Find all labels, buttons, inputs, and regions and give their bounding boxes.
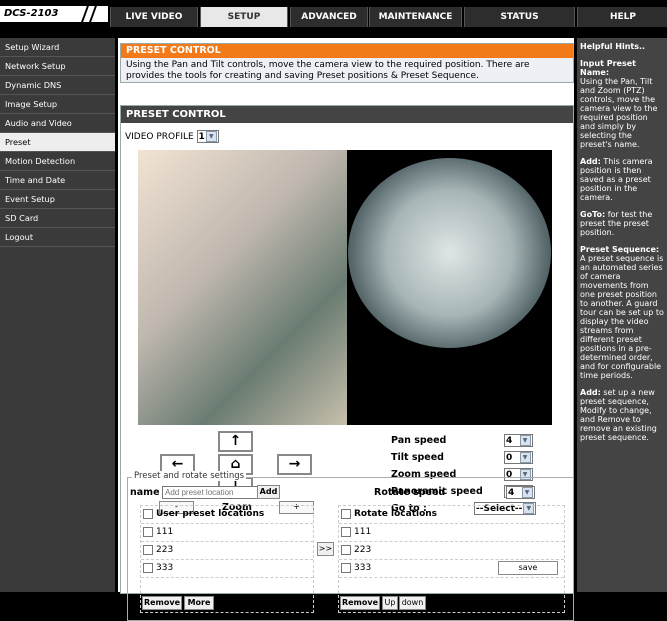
help-paragraph-add: Add: This camera position is then saved … (580, 157, 664, 202)
chevron-down-icon: ▼ (519, 452, 531, 463)
section-title: PRESET CONTROL (121, 44, 573, 58)
rotate-label: 333 (354, 563, 372, 573)
help-paragraph-goto: GoTo: for test the preset the preset pos… (580, 210, 664, 237)
preset-rotate-settings: Preset and rotate settings name : Add Ro… (127, 471, 574, 621)
help-paragraph-add-sequence: Add: set up a new preset sequence, Modif… (580, 388, 664, 442)
camera-view-fisheye (347, 150, 552, 425)
preset-label: 111 (156, 527, 174, 537)
sidebar-item-dynamic-dns[interactable]: Dynamic DNS (0, 76, 115, 95)
select-all-checkbox[interactable] (341, 508, 351, 519)
sidebar-item-logout[interactable]: Logout (0, 228, 115, 247)
list-item: 223 (141, 542, 313, 560)
fisheye-image (348, 158, 551, 348)
sidebar-item-image-setup[interactable]: Image Setup (0, 95, 115, 114)
move-up-button[interactable]: Up (382, 596, 398, 610)
preset-checkbox[interactable] (143, 562, 153, 573)
user-preset-header: User preset locations (141, 506, 313, 524)
model-name: DCS-2103 (4, 8, 59, 19)
transfer-to-rotate-button[interactable]: >> (317, 542, 334, 556)
help-heading: GoTo: (580, 210, 606, 219)
tab-setup[interactable]: SETUP (200, 7, 288, 31)
tab-maintenance[interactable]: MAINTENANCE (369, 7, 462, 31)
tab-help[interactable]: HELP (577, 7, 667, 31)
list-item: 111 (339, 524, 564, 542)
chevron-down-icon: ▼ (205, 131, 217, 142)
preset-checkbox[interactable] (143, 544, 153, 555)
help-paragraph-sequence: Preset Sequence: A preset sequence is an… (580, 245, 664, 380)
save-button[interactable]: save (498, 561, 558, 575)
camera-view-standard (138, 150, 347, 425)
sidebar-item-preset[interactable]: Preset (0, 133, 115, 152)
section-description: Using the Pan and Tilt controls, move th… (126, 60, 530, 81)
sidebar-item-setup-wizard[interactable]: Setup Wizard (0, 38, 115, 57)
tab-live-video[interactable]: LIVE VIDEO (110, 7, 198, 31)
rotate-speed-select[interactable]: 4 ▼ (506, 486, 535, 499)
help-text: A preset sequence is an automated series… (580, 254, 664, 380)
preset-label: 333 (156, 563, 174, 573)
help-heading: Preset Sequence: (580, 245, 660, 254)
video-profile-select[interactable]: 1 ▼ (196, 130, 219, 143)
help-heading: Add: (580, 388, 601, 397)
rotate-speed-label: Rotate speed (374, 487, 446, 498)
help-heading: Input Preset Name: (580, 59, 636, 77)
sidebar-item-event-setup[interactable]: Event Setup (0, 190, 115, 209)
panel-title: PRESET CONTROL (121, 106, 573, 123)
rotate-checkbox[interactable] (341, 562, 351, 573)
pan-speed-select[interactable]: 4 ▼ (504, 434, 533, 447)
pan-right-button[interactable]: → (277, 454, 312, 475)
help-paragraph-preset-name: Input Preset Name: Using the Pan, Tilt an… (580, 59, 664, 149)
remove-preset-button[interactable]: Remove (142, 596, 182, 610)
preset-label: 223 (156, 545, 174, 555)
list-item: 111 (141, 524, 313, 542)
add-preset-button[interactable]: Add (257, 485, 280, 499)
rotate-label: 111 (354, 527, 372, 537)
more-button[interactable]: More (184, 596, 214, 610)
rotate-header: Rotate locations (339, 506, 564, 524)
move-down-button[interactable]: down (399, 596, 426, 610)
remove-rotate-button[interactable]: Remove (340, 596, 380, 610)
tab-status[interactable]: STATUS (464, 7, 575, 31)
rotate-speed-value: 4 (508, 488, 515, 498)
tilt-speed-label: Tilt speed (391, 452, 444, 463)
top-navigation-bar: DCS-2103 LIVE VIDEO SETUP ADVANCED MAINT… (0, 0, 667, 31)
nav-gap (0, 28, 667, 38)
select-all-checkbox[interactable] (143, 508, 153, 519)
sidebar-item-network-setup[interactable]: Network Setup (0, 57, 115, 76)
sidebar-item-sd-card[interactable]: SD Card (0, 209, 115, 228)
video-profile-row: VIDEO PROFILE 1 ▼ (125, 130, 219, 143)
list-item: 223 (339, 542, 564, 560)
help-text: set up a new preset sequence, Modify to … (580, 388, 657, 442)
preset-control-intro-panel: PRESET CONTROL Using the Pan and Tilt co… (120, 43, 574, 83)
main-content: PRESET CONTROL Using the Pan and Tilt co… (118, 38, 574, 621)
help-panel: Helpful Hints.. Input Preset Name: Using … (577, 38, 667, 592)
video-profile-value: 1 (198, 132, 205, 142)
help-title: Helpful Hints.. (580, 42, 646, 51)
tab-advanced[interactable]: ADVANCED (290, 7, 368, 31)
rotate-checkbox[interactable] (341, 544, 351, 555)
list-item: 333 (141, 560, 313, 578)
rotate-header-label: Rotate locations (354, 509, 438, 519)
camera-model-logo: DCS-2103 (0, 0, 108, 28)
sidebar: Setup Wizard Network Setup Dynamic DNS I… (0, 38, 115, 592)
tilt-up-button[interactable]: ↑ (218, 431, 253, 452)
sidebar-item-audio-video[interactable]: Audio and Video (0, 114, 115, 133)
rotate-checkbox[interactable] (341, 526, 351, 537)
preset-name-input[interactable] (162, 486, 258, 499)
tilt-speed-select[interactable]: 0 ▼ (504, 451, 533, 464)
preset-settings-legend: Preset and rotate settings (132, 471, 247, 481)
rotate-label: 223 (354, 545, 372, 555)
preset-control-panel: PRESET CONTROL VIDEO PROFILE 1 ▼ ↑ ← ⌂ → … (120, 105, 574, 621)
pan-speed-value: 4 (506, 436, 513, 446)
chevron-down-icon: ▼ (519, 435, 531, 446)
video-profile-label: VIDEO PROFILE (125, 132, 194, 142)
pan-speed-label: Pan speed (391, 435, 447, 446)
preset-checkbox[interactable] (143, 526, 153, 537)
sidebar-item-time-date[interactable]: Time and Date (0, 171, 115, 190)
sidebar-item-motion-detection[interactable]: Motion Detection (0, 152, 115, 171)
tilt-speed-value: 0 (506, 453, 513, 463)
help-heading: Add: (580, 157, 601, 166)
help-text: Using the Pan, Tilt and Zoom (PTZ) contr… (580, 77, 658, 149)
chevron-down-icon: ▼ (521, 487, 533, 498)
user-preset-header-label: User preset locations (156, 509, 265, 519)
